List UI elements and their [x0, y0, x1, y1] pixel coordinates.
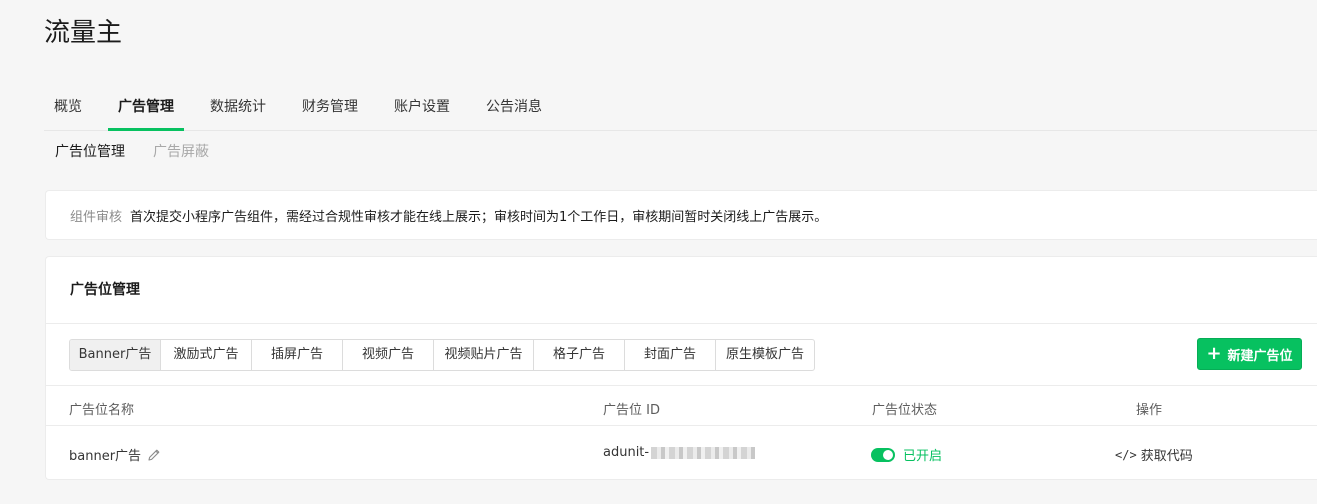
- plus-icon: +: [1206, 343, 1222, 364]
- get-code-label: 获取代码: [1140, 449, 1193, 464]
- tab-announcements[interactable]: 公告消息: [476, 88, 552, 130]
- ad-type-banner[interactable]: Banner广告: [70, 340, 161, 370]
- sub-tab-ad-blocking[interactable]: 广告屏蔽: [153, 142, 209, 162]
- tab-ad-management[interactable]: 广告管理: [108, 88, 184, 131]
- sub-tab-ad-unit-management[interactable]: 广告位管理: [55, 142, 125, 162]
- pencil-icon[interactable]: [147, 448, 161, 462]
- col-header-action: 操作: [1136, 403, 1163, 418]
- table-row-name-cell: banner广告: [69, 445, 161, 464]
- card-title: 广告位管理: [70, 282, 140, 298]
- review-notice: 组件审核 首次提交小程序广告组件，需经过合规性审核才能在线上展示；审核时间为1个…: [45, 190, 1317, 240]
- table-header-divider: [46, 385, 1317, 386]
- ad-unit-id-prefix: adunit-: [603, 445, 650, 460]
- sub-nav: 广告位管理 广告屏蔽: [55, 142, 237, 162]
- main-nav: 概览 广告管理 数据统计 财务管理 账户设置 公告消息: [44, 88, 1317, 131]
- page: 流量主 概览 广告管理 数据统计 财务管理 账户设置 公告消息 广告位管理 广告…: [0, 0, 1317, 504]
- ad-type-video[interactable]: 视频广告: [343, 340, 434, 370]
- ad-type-grid[interactable]: 格子广告: [534, 340, 625, 370]
- table-row-divider: [46, 425, 1317, 426]
- ad-unit-card: 广告位管理 Banner广告 激励式广告 插屏广告 视频广告 视频贴片广告 格子…: [45, 256, 1317, 480]
- status-toggle[interactable]: [871, 447, 895, 462]
- page-title: 流量主: [44, 18, 123, 48]
- masked-id: [651, 446, 756, 459]
- tab-data-statistics[interactable]: 数据统计: [200, 88, 276, 130]
- col-header-id: 广告位 ID: [603, 403, 660, 418]
- code-icon: </>: [1115, 447, 1137, 462]
- ad-type-interstitial[interactable]: 插屏广告: [252, 340, 343, 370]
- ad-type-rewarded[interactable]: 激励式广告: [161, 340, 252, 370]
- ad-type-cover[interactable]: 封面广告: [625, 340, 716, 370]
- tab-account-settings[interactable]: 账户设置: [384, 88, 460, 130]
- tab-overview[interactable]: 概览: [44, 88, 92, 130]
- ad-unit-name: banner广告: [69, 449, 142, 464]
- table-row-id-cell: adunit-: [603, 445, 756, 460]
- status-text: 已开启: [903, 449, 943, 464]
- ad-type-native-template[interactable]: 原生模板广告: [716, 340, 814, 370]
- table-row-status-cell: 已开启: [871, 445, 942, 464]
- new-ad-unit-label: 新建广告位: [1227, 348, 1293, 364]
- new-ad-unit-button[interactable]: + 新建广告位: [1197, 338, 1302, 370]
- tab-finance[interactable]: 财务管理: [292, 88, 368, 130]
- col-header-name: 广告位名称: [69, 403, 135, 418]
- ad-type-video-patch[interactable]: 视频贴片广告: [434, 340, 534, 370]
- notice-text: 首次提交小程序广告组件，需经过合规性审核才能在线上展示；审核时间为1个工作日，审…: [130, 209, 828, 225]
- ad-type-tabs: Banner广告 激励式广告 插屏广告 视频广告 视频贴片广告 格子广告 封面广…: [69, 339, 815, 371]
- notice-label: 组件审核: [70, 209, 123, 225]
- get-code-link[interactable]: </> 获取代码: [1115, 445, 1193, 465]
- col-header-status: 广告位状态: [872, 403, 938, 418]
- card-divider: [46, 323, 1317, 324]
